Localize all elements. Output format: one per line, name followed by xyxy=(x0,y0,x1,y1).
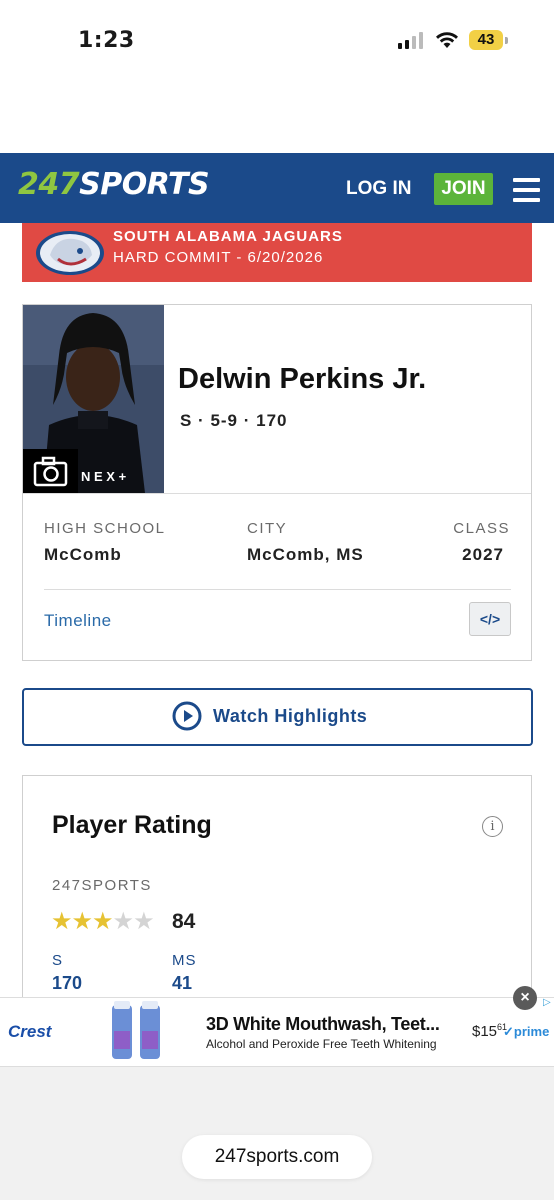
rating-source: 247SPORTS xyxy=(52,877,152,894)
player-profile-card: N E X + Delwin Perkins Jr. S · 5-9 · 170… xyxy=(22,304,532,661)
prime-label: prime xyxy=(513,1024,550,1039)
hamburger-menu-icon[interactable] xyxy=(513,178,540,208)
mouthwash-bottles-image xyxy=(112,1001,160,1059)
star-empty-icon: ★ xyxy=(112,908,134,935)
ad-headline: 3D White Mouthwash, Teet... xyxy=(206,1014,440,1034)
logo-number: 247 xyxy=(18,167,80,202)
battery-indicator: 43 xyxy=(469,30,503,50)
position-rank-value[interactable]: 170 xyxy=(52,973,82,994)
247sports-logo[interactable]: 247SPORTS xyxy=(18,167,210,202)
rating-score: 84 xyxy=(172,910,196,933)
state-rank-label[interactable]: MS xyxy=(172,952,197,969)
committed-team: SOUTH ALABAMA JAGUARS xyxy=(113,228,343,245)
timeline-link[interactable]: Timeline xyxy=(44,611,112,631)
star-filled-icon: ★ xyxy=(51,908,72,935)
ad-close-icon[interactable]: × xyxy=(513,986,537,1010)
info-icon[interactable]: i xyxy=(482,816,503,837)
advertisement-banner[interactable]: Crest 3D White Mouthwash, Teet... Alcoho… xyxy=(0,986,554,1067)
cellular-signal-icon xyxy=(398,32,423,49)
player-rating-title: Player Rating xyxy=(52,811,212,839)
jaguar-logo-icon xyxy=(36,231,104,275)
star-empty-icon: ★ xyxy=(133,908,154,935)
player-name: Delwin Perkins Jr. xyxy=(178,363,427,395)
browser-url-bar[interactable]: 247sports.com xyxy=(182,1135,372,1179)
ad-price-dollars: $15 xyxy=(472,1023,498,1040)
embed-code-button[interactable]: </> xyxy=(469,602,511,636)
logo-text: SPORTS xyxy=(79,167,210,202)
watch-highlights-button[interactable]: Watch Highlights xyxy=(22,688,533,746)
player-position-height-weight: S · 5-9 · 170 xyxy=(180,411,288,430)
position-rank-label[interactable]: S xyxy=(52,952,63,969)
divider xyxy=(23,493,531,494)
high-school-label: HIGH SCHOOL xyxy=(44,520,166,537)
watch-highlights-label: Watch Highlights xyxy=(213,706,368,726)
high-school-value[interactable]: McComb xyxy=(44,545,122,565)
top-navigation: 247SPORTS LOG IN JOIN xyxy=(0,153,554,223)
commitment-banner[interactable]: SOUTH ALABAMA JAGUARS HARD COMMIT - 6/20… xyxy=(22,223,532,282)
status-time: 1:23 xyxy=(78,28,135,53)
commit-status: HARD COMMIT - 6/20/2026 xyxy=(113,249,324,266)
prime-badge: ✓prime xyxy=(503,1024,550,1039)
class-value: 2027 xyxy=(462,545,504,564)
star-filled-icon: ★ xyxy=(92,908,113,935)
star-filled-icon: ★ xyxy=(71,908,93,935)
player-photo[interactable]: N E X + xyxy=(23,305,164,493)
adchoices-icon[interactable]: ▷ xyxy=(543,997,551,1008)
ad-price: $1561 xyxy=(472,1022,507,1040)
battery-cap-icon xyxy=(505,37,508,44)
svg-text:N E X +: N E X + xyxy=(81,469,127,484)
divider xyxy=(44,589,511,590)
status-bar: 1:23 43 xyxy=(0,0,554,80)
login-link[interactable]: LOG IN xyxy=(346,178,411,200)
play-icon xyxy=(172,701,202,731)
ad-subline: Alcohol and Peroxide Free Teeth Whitenin… xyxy=(206,1037,437,1051)
city-label: CITY xyxy=(247,520,288,537)
ad-brand-logo: Crest xyxy=(8,1022,52,1041)
wifi-icon xyxy=(436,32,458,48)
star-rating: ★★★★★ xyxy=(51,907,155,936)
city-value: McComb, MS xyxy=(247,545,364,564)
class-label: CLASS xyxy=(453,520,510,537)
camera-icon[interactable] xyxy=(23,449,78,493)
join-button[interactable]: JOIN xyxy=(434,173,493,205)
state-rank-value[interactable]: 41 xyxy=(172,973,192,994)
player-rating-card: Player Rating i 247SPORTS ★★★★★ 84 S 170… xyxy=(22,775,532,1017)
